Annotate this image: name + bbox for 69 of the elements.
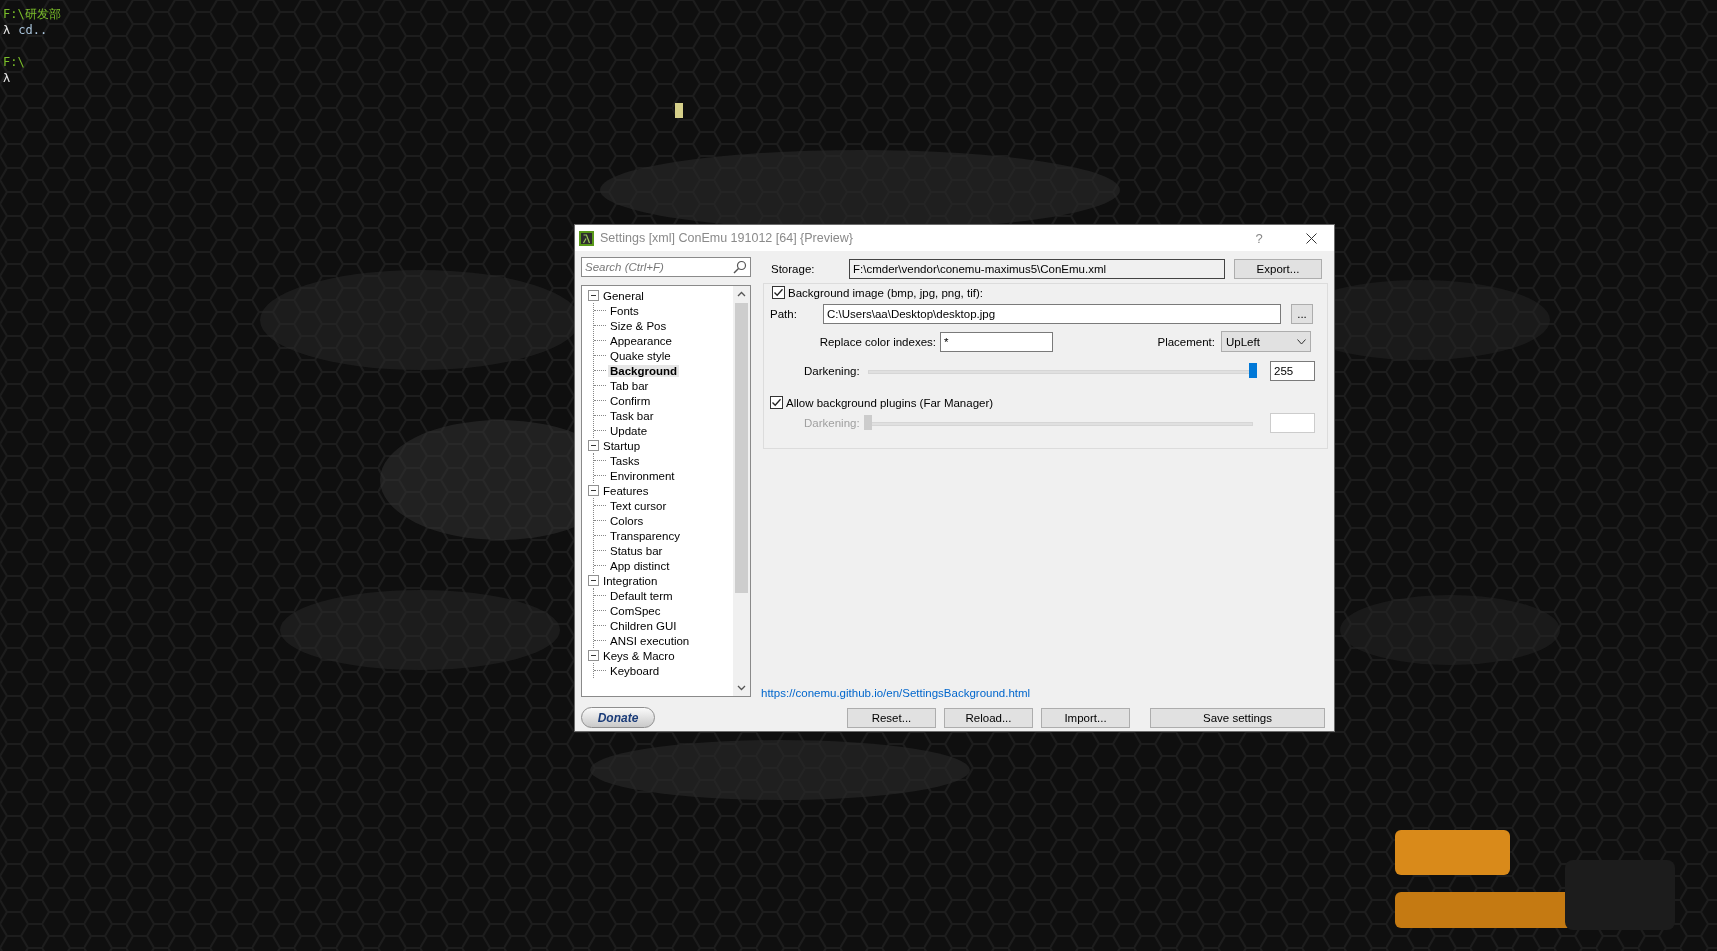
darkening-field[interactable]: 255: [1270, 361, 1315, 381]
collapse-icon[interactable]: [588, 650, 599, 661]
tree-item[interactable]: Fonts: [608, 304, 641, 317]
browse-button[interactable]: ...: [1291, 304, 1313, 324]
tree-item[interactable]: Children GUI: [608, 619, 679, 632]
search-icon: [733, 260, 747, 274]
dialog-button[interactable]: Import...: [1041, 708, 1130, 728]
tree-item[interactable]: Startup: [601, 439, 643, 452]
dialog-button[interactable]: Reset...: [847, 708, 936, 728]
chevron-down-icon: [1297, 338, 1306, 345]
tree-item[interactable]: Quake style: [608, 349, 673, 362]
tree-item[interactable]: Text cursor: [608, 499, 669, 512]
placement-dropdown[interactable]: UpLeft: [1221, 331, 1311, 352]
tree-item[interactable]: General: [601, 289, 646, 302]
tree-item[interactable]: Colors: [608, 514, 646, 527]
donate-button[interactable]: Donate: [581, 707, 655, 728]
app-icon: [579, 230, 594, 246]
slider-thumb[interactable]: [1249, 363, 1257, 378]
help-link[interactable]: https://conemu.github.io/en/SettingsBackground.html: [761, 687, 1328, 699]
tree-item[interactable]: ANSI execution: [608, 634, 692, 647]
tree-item[interactable]: Integration: [601, 574, 660, 587]
tree-item[interactable]: Task bar: [608, 409, 656, 422]
tree-item[interactable]: Tasks: [608, 454, 642, 467]
tree-item[interactable]: ComSpec: [608, 604, 663, 617]
tree-item[interactable]: Keyboard: [608, 664, 662, 677]
tree-item[interactable]: Environment: [608, 469, 677, 482]
dialog-button[interactable]: Reload...: [944, 708, 1033, 728]
window-title: Settings [xml] ConEmu 191012 [64] {Preview}: [600, 231, 854, 245]
tree-item[interactable]: Transparency: [608, 529, 682, 542]
checkbox-label: Background image (bmp, jpg, png, tif):: [788, 286, 983, 299]
tree-item[interactable]: Tab bar: [608, 379, 651, 392]
collapse-icon[interactable]: [588, 290, 599, 301]
checkbox[interactable]: [772, 286, 785, 299]
export-button[interactable]: Export...: [1234, 259, 1322, 279]
collapse-icon[interactable]: [588, 485, 599, 496]
command-text: cd..: [18, 22, 48, 38]
help-button[interactable]: ?: [1236, 230, 1282, 246]
search-field[interactable]: Search (Ctrl+F): [581, 257, 751, 277]
path-text: F:\: [3, 54, 25, 70]
tree-item[interactable]: App distinct: [608, 559, 672, 572]
tree-item[interactable]: Confirm: [608, 394, 653, 407]
text-cursor: [675, 103, 683, 118]
storage-field[interactable]: F:\cmder\vendor\conemu-maximus5\ConEmu.xml: [849, 259, 1225, 279]
field-label: Darkening:: [803, 417, 861, 429]
dialog-button[interactable]: Save settings: [1150, 708, 1325, 728]
color-indexes-field[interactable]: *: [940, 331, 1053, 352]
tree-item[interactable]: Status bar: [608, 544, 665, 557]
field-label: Placement:: [1156, 335, 1216, 348]
tree-item[interactable]: Features: [601, 484, 651, 497]
checkbox-label: Allow background plugins (Far Manager): [786, 396, 994, 409]
path-field[interactable]: C:\Users\aa\Desktop\desktop.jpg: [823, 304, 1281, 324]
tree-item[interactable]: Size & Pos: [608, 319, 669, 332]
scrollbar[interactable]: [733, 286, 750, 696]
tree-item[interactable]: Update: [608, 424, 650, 437]
field-label: Storage:: [770, 263, 816, 275]
close-icon: [1305, 232, 1317, 244]
tree-item[interactable]: Keys & Macro: [601, 649, 677, 662]
prompt-symbol: λ: [3, 70, 11, 86]
field-label: Replace color indexes:: [818, 335, 937, 348]
path-text: F:\研发部: [3, 6, 61, 22]
field-label: Darkening:: [803, 365, 861, 377]
tree-item[interactable]: Appearance: [608, 334, 675, 347]
checkbox[interactable]: [770, 396, 783, 409]
field-label: Path:: [770, 308, 798, 320]
tree-item[interactable]: Background: [608, 364, 680, 377]
collapse-icon[interactable]: [588, 575, 599, 586]
prompt-symbol: λ: [3, 22, 11, 38]
collapse-icon[interactable]: [588, 440, 599, 451]
tree-item[interactable]: Default term: [608, 589, 675, 602]
